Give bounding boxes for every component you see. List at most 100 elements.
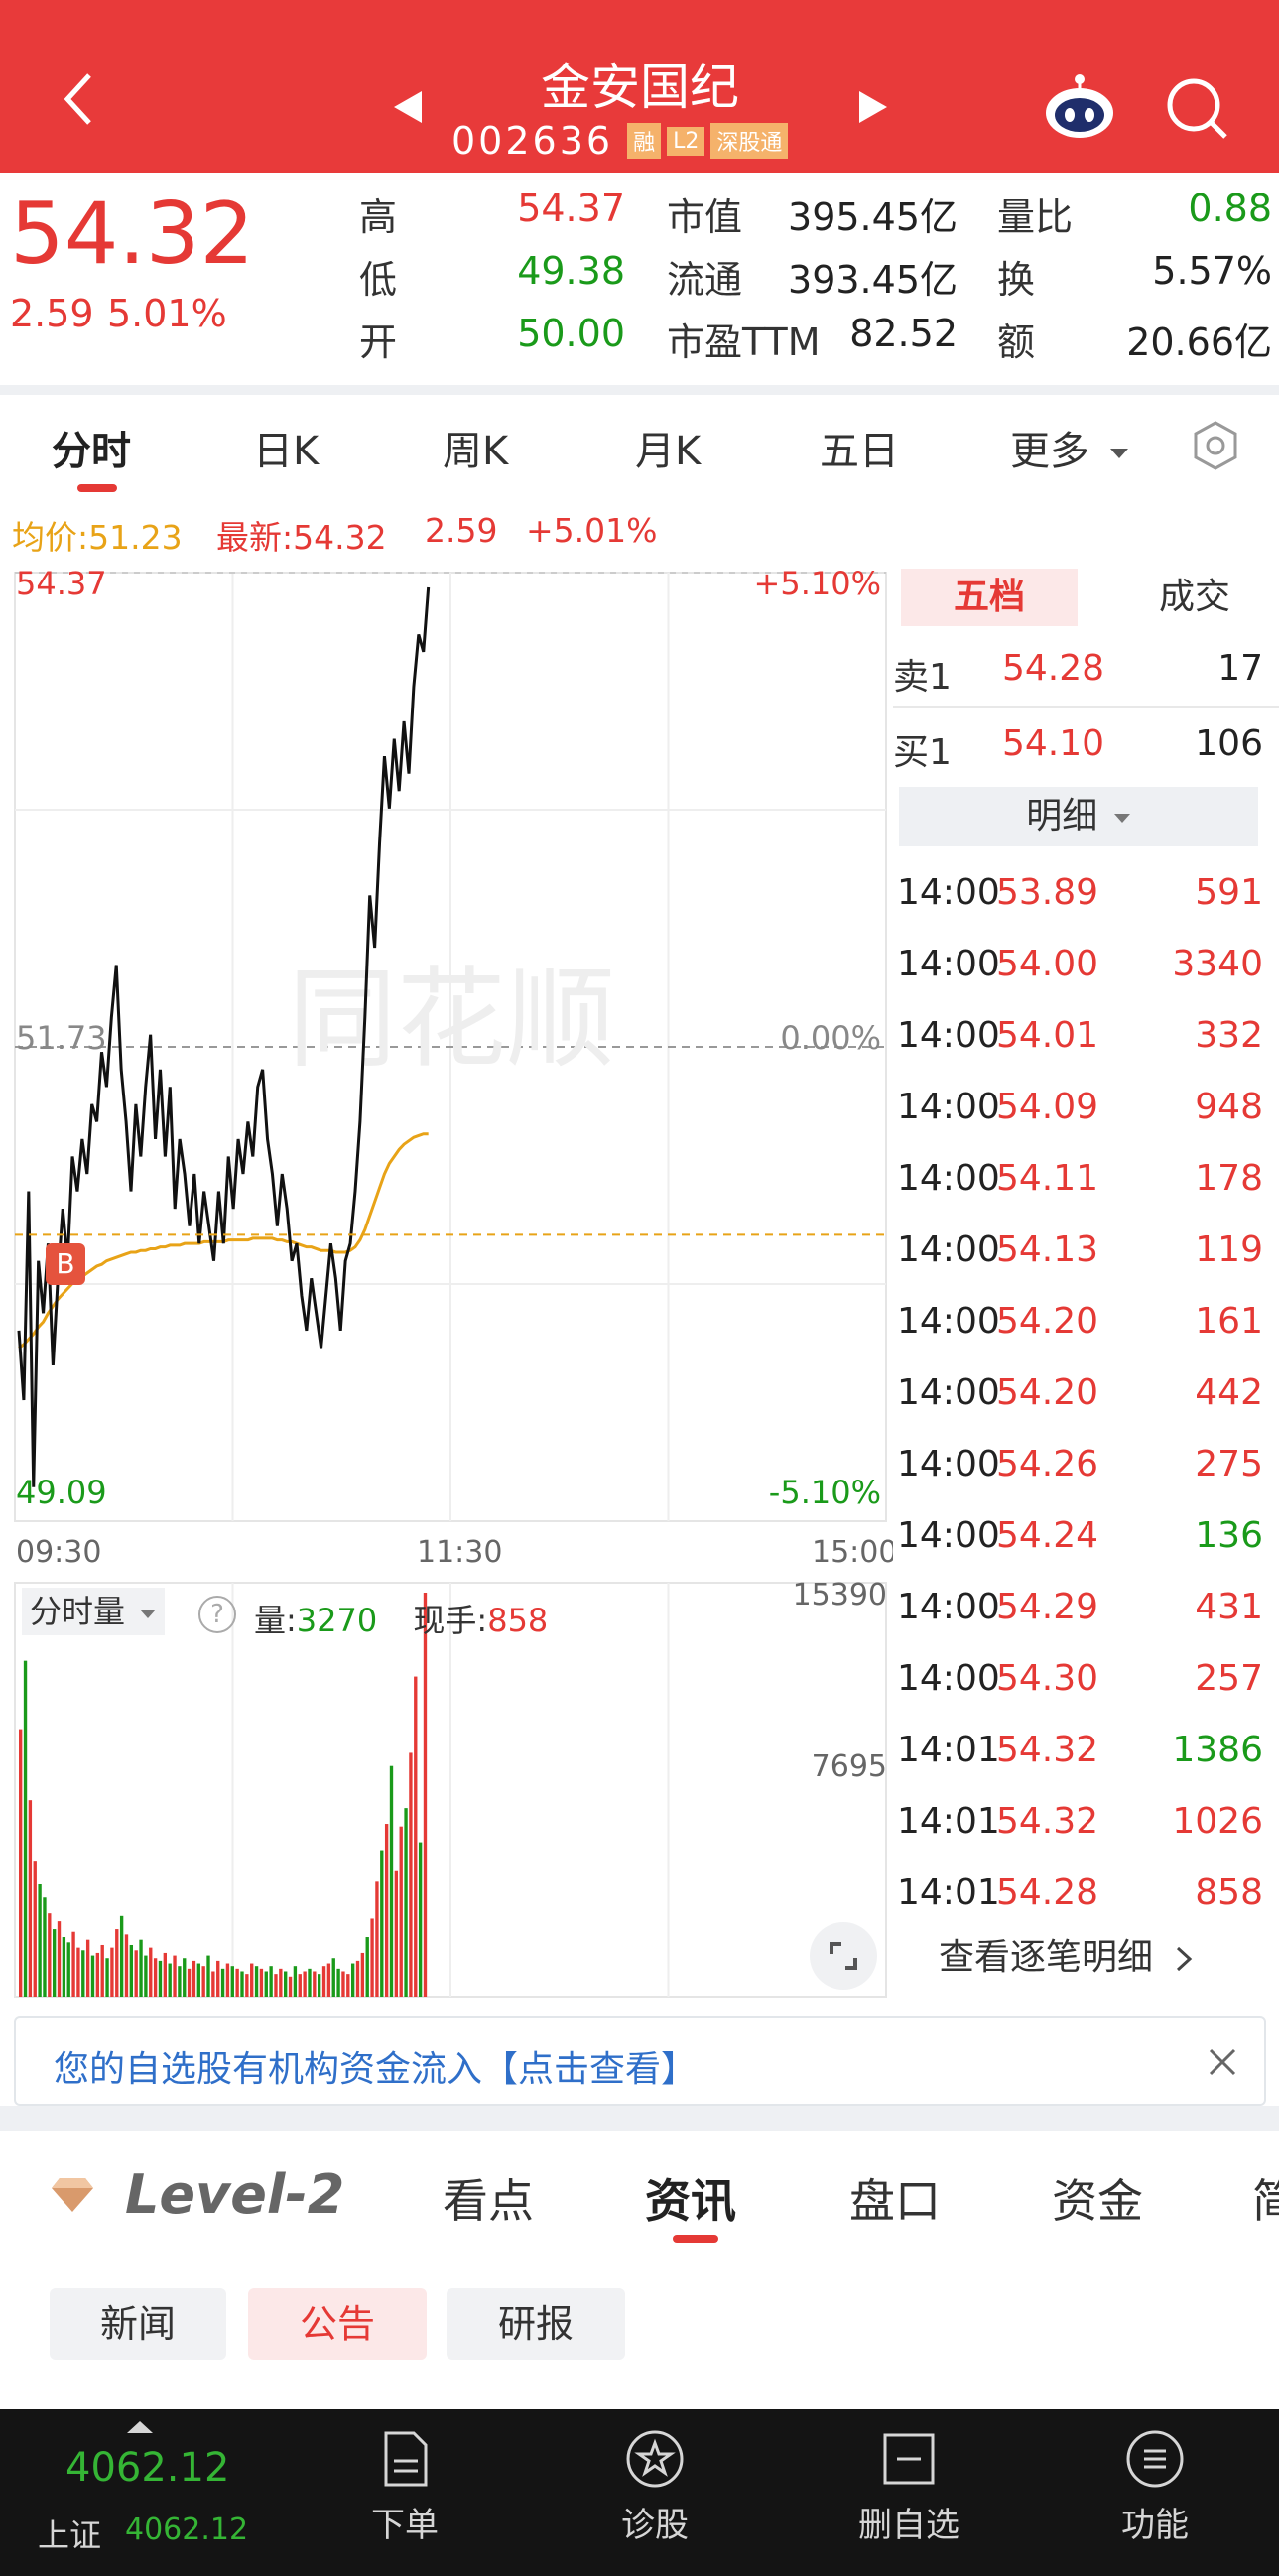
volume-bar [409,1752,413,1997]
volume-bar [326,1963,331,1997]
tab-daily-k[interactable]: 日K [253,419,319,476]
view-all-trades-link[interactable]: 查看逐笔明细 [939,1928,1194,1980]
nav-place-order[interactable]: 下单 [345,2429,464,2546]
info-tab-news[interactable]: 资讯 [645,2165,736,2231]
volume-label: 量: [254,1602,297,1639]
tab-weekly-k[interactable]: 周K [443,419,508,476]
volume-bar [23,1660,28,1997]
tab-trades[interactable]: 成交 [1125,569,1264,626]
settings-hexagon-icon [1194,421,1237,470]
index-value-secondary: 4062.12 [125,2512,249,2547]
index-widget[interactable]: 4062.12 上证 4062.12 [30,2419,268,2568]
watermark: 同花顺 [288,956,615,1083]
fund-flow-banner[interactable]: 您的自选股有机构资金流入【点击查看】 [14,2016,1266,2106]
volume-bar [414,1676,418,1997]
nav-functions[interactable]: 功能 [1095,2429,1215,2546]
volume-bar [115,1929,119,1997]
buy-marker[interactable]: B [46,1243,85,1285]
volume-help-button[interactable]: ? [198,1596,236,1633]
volume-bar [399,1826,403,1997]
news-subtab-news[interactable]: 新闻 [50,2288,226,2360]
back-button[interactable] [60,69,109,129]
tab-monthly-k[interactable]: 月K [635,419,701,476]
buy-level-label: 买1 [893,732,952,773]
trade-qty: 442 [1195,1372,1263,1413]
volume-bar [105,1958,109,1997]
volume-bar [192,1960,196,1997]
trade-row: 14:00 54.09 948 [893,1073,1279,1144]
chart-settings-button[interactable] [1189,419,1242,472]
volume-value: 3270 [296,1602,378,1639]
news-subtab-announcements[interactable]: 公告 [248,2288,427,2360]
stat-label: 高 [359,195,398,239]
search-button[interactable] [1166,77,1229,141]
info-tab-order-book[interactable]: 盘口 [849,2165,941,2231]
divider [0,385,1279,395]
trade-price: 54.24 [996,1515,1099,1556]
trade-qty: 431 [1195,1587,1263,1627]
caret-down-icon [140,1610,157,1618]
trade-time: 14:01 [897,1730,1000,1770]
volume-bar [124,1934,129,1997]
info-tab-profile[interactable]: 简 [1252,2165,1279,2231]
trade-time: 14:00 [897,1658,1000,1699]
prev-stock-button[interactable] [390,87,426,127]
trade-price: 54.13 [996,1229,1099,1270]
trade-price: 54.20 [996,1372,1099,1413]
diamond-icon [52,2178,93,2212]
sell-level-1: 卖1 54.28 17 [893,634,1279,706]
trade-time: 14:00 [897,1301,1000,1342]
trade-qty: 1026 [1172,1801,1263,1842]
volume-bar [201,1966,205,1997]
volume-indicator-select[interactable]: 分时量 [22,1588,166,1635]
trade-row: 14:00 54.24 136 [893,1501,1279,1573]
hand-value: 858 [487,1602,549,1639]
stat-label: 量比 [997,195,1074,239]
tab-five-levels[interactable]: 五档 [901,569,1078,626]
stat-value: 54.37 [517,187,625,230]
fullscreen-button[interactable] [810,1922,877,1990]
info-tab-capital[interactable]: 资金 [1052,2165,1143,2231]
nav-functions-label: 功能 [1121,2506,1189,2545]
trade-price: 54.00 [996,944,1099,984]
tab-intraday[interactable]: 分时 [52,419,131,476]
volume-bar [43,1897,47,1997]
stat-value: 0.88 [1188,187,1272,230]
view-all-trades-label: 查看逐笔明细 [939,1937,1154,1978]
volume-bar [225,1963,230,1997]
nav-remove-watchlist-label: 删自选 [858,2506,959,2545]
banner-close-button[interactable] [1203,2042,1242,2082]
nav-diagnose[interactable]: 诊股 [595,2429,714,2546]
volume-bar [313,1971,317,1997]
stock-name: 金安国纪 [541,59,739,116]
tab-more[interactable]: 更多 [1010,419,1130,476]
tab-five-day[interactable]: 五日 [820,419,899,476]
trade-price: 54.30 [996,1658,1099,1699]
volume-bar [183,1958,187,1997]
y-label-top-price: 54.37 [16,565,107,602]
stat-label: 低 [359,258,398,302]
level2-tab[interactable]: Level-2 [50,2159,344,2229]
volume-bar [85,1939,90,1997]
intraday-chart[interactable]: 同花顺 54.37 51.73 49.09 +5.10% 0.00% -5.10… [0,561,897,1999]
next-stock-button[interactable] [855,87,891,127]
trade-price: 54.09 [996,1087,1099,1127]
volume-bar [269,1966,273,1997]
assistant-robot-button[interactable] [1042,71,1117,141]
detail-header[interactable]: 明细 [899,787,1258,846]
volume-bar [57,1921,62,1997]
volume-bar [216,1960,220,1997]
volume-bar [158,1960,163,1997]
trade-qty: 136 [1195,1515,1263,1556]
volume-bar [206,1955,210,1997]
news-subtab-research[interactable]: 研报 [447,2288,625,2360]
nav-remove-watchlist[interactable]: 删自选 [839,2429,978,2546]
info-tab-highlights[interactable]: 看点 [443,2165,534,2231]
stat-value: 49.38 [517,249,625,293]
stat-label: 额 [997,321,1036,364]
volume-bar [173,1955,177,1997]
y-label-bottom-pct: -5.10% [768,1474,881,1511]
minus-box-icon [883,2433,935,2485]
volume-bar [288,1976,293,1997]
trade-row: 14:00 54.13 119 [893,1216,1279,1287]
